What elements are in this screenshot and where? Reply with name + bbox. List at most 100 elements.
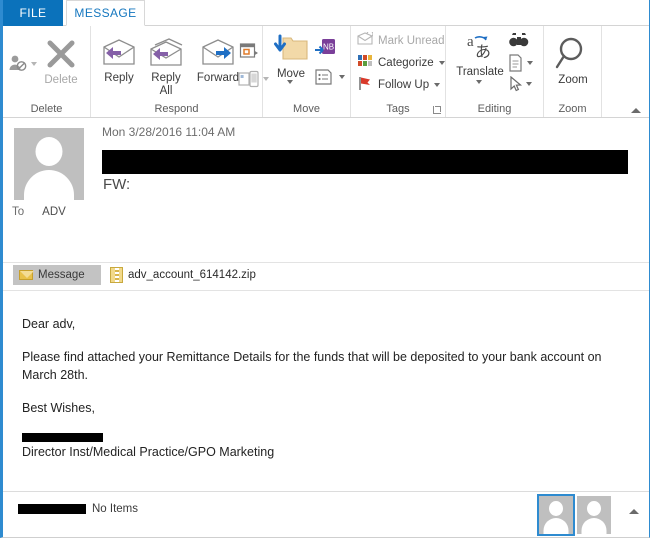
- avatar-head-icon: [35, 137, 63, 166]
- people-pane-thumbnails: [537, 494, 611, 536]
- person-block-icon: [7, 54, 33, 76]
- status-bar: No Items: [3, 491, 649, 537]
- translate-icon: a あ: [462, 32, 498, 66]
- im-message-icon: [238, 70, 260, 92]
- follow-up-button[interactable]: Follow Up: [357, 76, 441, 94]
- ignore-button[interactable]: [7, 54, 37, 76]
- signer-redaction-bar: [22, 432, 103, 442]
- message-body[interactable]: Dear adv, Please find attached your Remi…: [3, 291, 649, 491]
- ribbon-group-delete-label: Delete: [30, 103, 63, 115]
- reply-button-label: Reply: [104, 72, 134, 85]
- rules-icon: [314, 68, 336, 90]
- sender-redaction-bar: [102, 150, 628, 174]
- message-subject: FW:: [103, 176, 131, 193]
- svg-text:NB: NB: [323, 43, 334, 52]
- message-tab-label: Message: [38, 269, 85, 281]
- delete-button[interactable]: Delete: [35, 38, 87, 87]
- translate-button-label: Translate: [456, 66, 504, 79]
- svg-text:あ: あ: [475, 43, 491, 61]
- ribbon: Delete Delete Reply Reply All Forward Re…: [3, 26, 649, 118]
- categorize-button[interactable]: Categorize: [357, 54, 445, 71]
- message-tab-button[interactable]: Message: [13, 265, 101, 285]
- avatar-body-icon: [24, 170, 74, 200]
- envelope-right-arrow-icon: [198, 38, 238, 72]
- chevron-down-icon[interactable]: [434, 83, 441, 87]
- body-signer-title: Director Inst/Medical Practice/GPO Marke…: [22, 444, 275, 459]
- outlook-message-window: FILE MESSAGE Delete Delete Reply Reply A…: [0, 0, 650, 538]
- status-name-redaction-bar: [18, 504, 86, 514]
- tab-message[interactable]: MESSAGE: [66, 0, 145, 26]
- body-closing: Best Wishes,: [22, 401, 95, 416]
- color-squares-icon: [357, 54, 373, 71]
- body-greeting: Dear adv,: [22, 317, 76, 331]
- recipient-row: To ADV: [12, 206, 66, 218]
- mark-unread-button[interactable]: Mark Unread: [357, 30, 445, 49]
- ribbon-group-move-label: Move: [293, 103, 320, 115]
- move-button[interactable]: Move: [267, 34, 315, 84]
- chevron-down-icon[interactable]: [526, 82, 532, 86]
- tags-dialog-launcher-icon[interactable]: [433, 106, 441, 114]
- people-pane-thumb-1[interactable]: [537, 494, 575, 536]
- chevron-down-icon[interactable]: [527, 61, 533, 65]
- translate-button[interactable]: a あ Translate: [450, 32, 510, 84]
- chevron-down-icon[interactable]: [339, 75, 345, 79]
- tab-file[interactable]: FILE: [3, 0, 63, 26]
- to-value[interactable]: ADV: [42, 206, 66, 218]
- ribbon-group-zoom: Zoom Zoom: [544, 26, 602, 117]
- select-button[interactable]: [509, 75, 532, 96]
- ribbon-group-tags: Mark Unread Categorize Follow Up Tags: [351, 26, 446, 117]
- ribbon-group-zoom-label: Zoom: [558, 103, 587, 115]
- avatar-body-icon: [581, 518, 607, 534]
- envelope-unread-icon: [357, 30, 374, 49]
- rules-button[interactable]: [314, 68, 345, 90]
- message-datetime: Mon 3/28/2016 11:04 AM: [102, 125, 236, 139]
- ribbon-collapse-chevron-up-icon[interactable]: [631, 108, 641, 113]
- ribbon-group-move: Move NB Move: [263, 26, 351, 117]
- reply-all-button[interactable]: Reply All: [142, 38, 190, 99]
- attachment-zip-label: adv_account_614142.zip: [128, 269, 256, 281]
- forward-button-label: Forward: [196, 72, 240, 85]
- meeting-button[interactable]: [239, 42, 259, 64]
- ribbon-group-delete: Delete Delete: [3, 26, 91, 117]
- document-icon: [508, 54, 524, 76]
- related-button[interactable]: [508, 54, 533, 76]
- onenote-button[interactable]: NB: [315, 38, 337, 62]
- magnifier-icon: [555, 36, 591, 74]
- svg-text:a: a: [467, 34, 474, 50]
- ribbon-tab-strip: FILE MESSAGE: [3, 0, 649, 26]
- avatar-body-icon: [543, 518, 569, 534]
- folder-down-arrow-icon: [271, 34, 311, 68]
- attachment-zip[interactable]: adv_account_614142.zip: [110, 265, 256, 285]
- reply-button[interactable]: Reply: [95, 38, 143, 85]
- x-icon: [44, 38, 78, 74]
- mark-unread-label: Mark Unread: [378, 34, 445, 47]
- zip-file-icon: [110, 267, 123, 283]
- ribbon-group-editing-label: Editing: [477, 103, 512, 115]
- sender-avatar: [14, 128, 84, 200]
- calendar-reply-icon: [239, 42, 259, 64]
- status-items-text: No Items: [92, 503, 139, 515]
- zoom-button-label: Zoom: [558, 74, 588, 87]
- ribbon-group-tags-label: Tags: [386, 103, 410, 115]
- chevron-down-icon[interactable]: [476, 80, 482, 84]
- tab-message-label: MESSAGE: [74, 6, 137, 20]
- red-flag-icon: [357, 76, 373, 94]
- people-pane-expand-chevron-up-icon[interactable]: [629, 509, 639, 514]
- envelope-left-arrow-icon: [146, 38, 186, 72]
- people-pane-thumb-2[interactable]: [577, 496, 611, 534]
- ribbon-group-respond: Reply Reply All Forward Respond: [91, 26, 269, 117]
- chevron-down-icon[interactable]: [438, 60, 445, 65]
- envelope-icon: [19, 270, 34, 280]
- ribbon-group-editing: a あ Translate Editing: [446, 26, 544, 117]
- avatar-head-icon: [587, 501, 601, 516]
- tab-file-label: FILE: [19, 6, 47, 20]
- categorize-label: Categorize: [378, 56, 434, 69]
- binoculars-icon: [508, 31, 530, 53]
- more-respond-button[interactable]: [238, 70, 269, 92]
- reply-all-button-label: Reply All: [151, 72, 181, 98]
- zoom-button[interactable]: Zoom: [550, 36, 596, 87]
- chevron-down-icon[interactable]: [287, 80, 293, 84]
- to-label: To: [12, 206, 25, 218]
- find-button[interactable]: [508, 31, 530, 53]
- delete-button-label: Delete: [44, 74, 78, 87]
